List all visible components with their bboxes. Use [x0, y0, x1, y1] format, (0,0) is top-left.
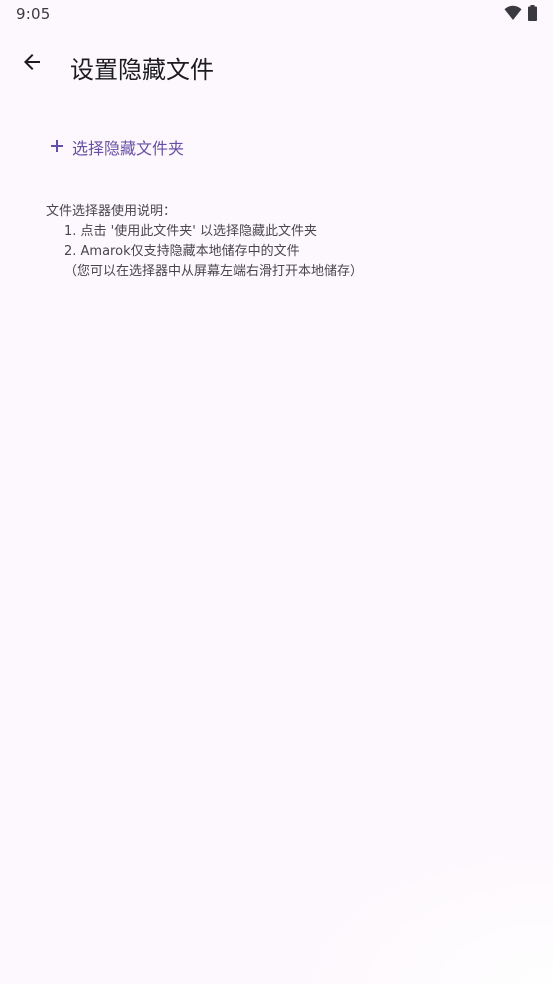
wifi-icon — [504, 5, 522, 25]
instructions-step-2: 2. Amarok仅支持隐藏本地储存中的文件 — [64, 244, 300, 259]
instructions-block: 文件选择器使用说明： 1. 点击 '使用此文件夹' 以选择隐藏此文件夹 2. A… — [46, 202, 363, 282]
status-bar: 9:05 — [0, 0, 553, 30]
instructions-step-1: 1. 点击 '使用此文件夹' 以选择隐藏此文件夹 — [64, 224, 317, 239]
background-glow — [293, 844, 553, 984]
select-folder-button[interactable]: 选择隐藏文件夹 — [38, 126, 196, 168]
top-app-bar: 设置隐藏文件 — [0, 40, 553, 92]
page-title: 设置隐藏文件 — [70, 56, 214, 84]
back-button[interactable] — [10, 42, 54, 86]
battery-icon — [528, 5, 537, 25]
select-folder-label: 选择隐藏文件夹 — [72, 139, 185, 158]
status-icons — [504, 5, 537, 25]
instructions-note: （您可以在选择器中从屏幕左端右滑打开本地储存） — [64, 264, 364, 279]
arrow-back-icon — [20, 50, 44, 78]
instructions-heading: 文件选择器使用说明： — [46, 204, 177, 219]
plus-icon — [50, 138, 64, 157]
status-time: 9:05 — [16, 5, 51, 23]
